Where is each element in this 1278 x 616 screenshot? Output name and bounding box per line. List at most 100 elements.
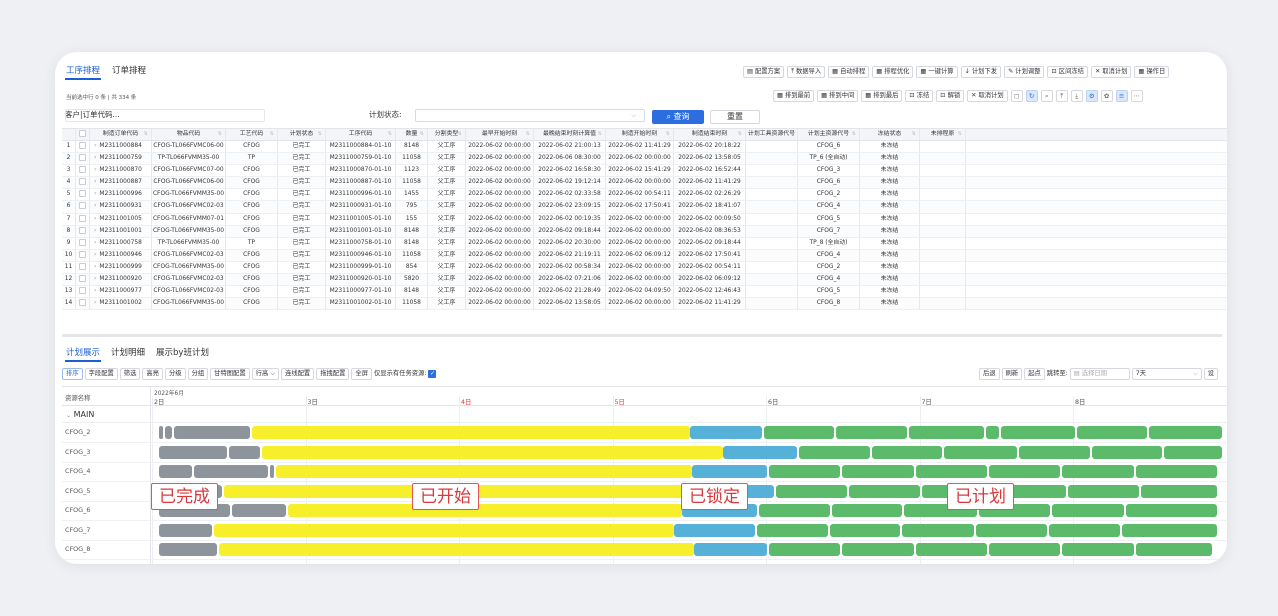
row-checkbox[interactable] [76, 141, 90, 153]
search-icon[interactable]: ⌕ [1040, 90, 1053, 102]
refresh-icon[interactable]: ↻ [1025, 90, 1038, 102]
column-header[interactable]: 计划状态 ⇅ [278, 129, 326, 140]
task-bar-green[interactable] [769, 465, 840, 478]
task-bar-green[interactable] [1141, 484, 1217, 498]
task-bar-green[interactable] [916, 543, 987, 556]
chevron-right-icon[interactable]: › [94, 203, 96, 209]
task-bar-gray[interactable] [159, 465, 192, 478]
customer-input[interactable] [65, 109, 265, 122]
row-checkbox[interactable] [76, 213, 90, 225]
range-freeze-button[interactable]: ⊡ 区间冻结 [1047, 66, 1088, 78]
table-row[interactable]: 4 › M2311000887 CFOG-TL066FVMC06-00 CFOG 已完工 M… [62, 177, 1227, 190]
column-header[interactable]: 工序代码 ⇅ [326, 129, 396, 140]
task-bar-gray[interactable] [174, 426, 250, 439]
task-bar-gray[interactable] [270, 465, 274, 478]
query-button[interactable]: ⌕ 查询 [652, 110, 704, 124]
auto-schedule-button[interactable]: ▦ 自动排程 [828, 66, 870, 78]
sort-icon[interactable]: ⇅ [218, 129, 222, 140]
refresh-button[interactable]: 刷新 [1001, 368, 1023, 380]
task-bar-green[interactable] [842, 543, 914, 556]
task-bar-green[interactable] [776, 484, 847, 498]
sort-icon[interactable]: ⇅ [666, 129, 670, 140]
group-button[interactable]: 分组 [187, 368, 209, 380]
table-row[interactable]: 9 › M2311000758 TP-TL066FVMM35-00 TP 已完工 M2311… [62, 237, 1227, 250]
back-button[interactable]: 后退 [979, 368, 1000, 380]
task-bar-green[interactable] [1068, 484, 1139, 498]
tab-plan-display[interactable]: 计划展示 [65, 346, 102, 362]
task-bar-green[interactable] [902, 523, 974, 537]
plan-adjust-button[interactable]: ✎ 计划调整 [1004, 66, 1045, 78]
task-bar-green[interactable] [1136, 543, 1212, 556]
only-tasks-checkbox[interactable]: ✓ [428, 370, 437, 378]
table-row[interactable]: 13 › M2311000977 CFOG-TL066FVMC02-03 CFOG 已完工… [62, 286, 1227, 299]
chevron-right-icon[interactable]: › [94, 288, 96, 294]
task-bar-gray[interactable] [165, 426, 172, 439]
task-bar-green[interactable] [1122, 523, 1217, 537]
task-bar-green[interactable] [916, 465, 987, 478]
table-row[interactable]: 8 › M2311001001 CFOG-TL066FVMM35-00 CFOG 已完工 M… [62, 225, 1227, 238]
task-bar-gray[interactable] [194, 465, 268, 478]
download-icon[interactable]: ⤓ [1070, 90, 1083, 102]
highlight-button[interactable]: 高亮 [142, 368, 163, 380]
task-bar-gray[interactable] [232, 504, 286, 517]
column-header[interactable]: 最早开始时刻 ⇅ [466, 129, 534, 140]
table-row[interactable]: 3 › M2311000870 CFOG-TL066FVMC07-00 CFOG 已完工 M… [62, 165, 1227, 178]
row-checkbox[interactable] [76, 249, 90, 261]
task-bar-green[interactable] [1164, 445, 1222, 459]
column-header[interactable]: 工艺代码 ⇅ [226, 129, 278, 140]
table-row[interactable]: 1 › M2311000884 CFOG-TL066FVMC06-00 CFOG 已完工 M… [62, 141, 1227, 154]
tab-plan-detail[interactable]: 计划明细 [110, 346, 146, 362]
sort-button[interactable]: 排序 [62, 368, 83, 380]
task-bar-green[interactable] [986, 426, 999, 439]
column-header[interactable]: 制造结束时刻 ⇅ [674, 129, 746, 140]
chevron-right-icon[interactable]: › [94, 276, 96, 282]
task-bar-blue[interactable] [690, 426, 762, 439]
task-bar-blue[interactable] [692, 465, 767, 478]
task-bar-yellow[interactable] [252, 426, 690, 439]
row-checkbox[interactable] [76, 261, 90, 274]
task-bar-green[interactable] [830, 523, 900, 537]
sort-icon[interactable]: ⇅ [958, 129, 962, 140]
header-checkbox[interactable] [76, 129, 90, 140]
task-bar-green[interactable] [1136, 465, 1217, 478]
table-row[interactable]: 5 › M2311000996 CFOG-TL066FVMM35-00 CFOG 已完工 M… [62, 189, 1227, 202]
row-checkbox-box[interactable] [79, 287, 86, 295]
move-last-button[interactable]: ▦ 排到最后 [861, 90, 903, 102]
task-bar-green[interactable] [764, 426, 834, 439]
row-checkbox[interactable] [76, 201, 90, 213]
status-select[interactable]: ⌵ [415, 109, 645, 122]
link-config-button[interactable]: 连线配置 [281, 368, 315, 380]
tab-order-schedule[interactable]: 订单排程 [111, 64, 147, 80]
row-checkbox[interactable] [76, 189, 90, 201]
task-bar-yellow[interactable] [262, 445, 723, 459]
row-checkbox-box[interactable] [79, 275, 86, 283]
column-header[interactable]: 计划主资源代号 ⇅ [798, 129, 860, 140]
settings-button[interactable]: 设 [1203, 368, 1219, 380]
task-bar-green[interactable] [989, 543, 1060, 556]
chevron-right-icon[interactable]: › [94, 179, 96, 185]
task-bar-green[interactable] [1077, 426, 1147, 439]
row-checkbox-box[interactable] [79, 238, 86, 246]
column-header[interactable]: 未排程原 ⇅ [920, 129, 966, 140]
upload-icon[interactable]: ⤒ [1055, 90, 1068, 102]
table-row[interactable]: 7 › M2311001005 CFOG-TL066FVMM07-01 CFOG 已完工 M… [62, 213, 1227, 226]
optimize-button[interactable]: ▦ 排程优化 [872, 66, 914, 78]
chevron-right-icon[interactable]: › [94, 155, 96, 161]
task-bar-green[interactable] [1092, 445, 1162, 459]
chevron-right-icon[interactable]: › [94, 264, 96, 270]
task-bar-yellow[interactable] [214, 523, 674, 537]
copy-icon[interactable]: ◻ [1010, 90, 1023, 102]
sort-icon[interactable]: ⇅ [738, 129, 742, 140]
row-checkbox[interactable] [76, 237, 90, 249]
task-bar-green[interactable] [989, 465, 1060, 478]
settings-icon[interactable]: ⚙ [1085, 90, 1098, 102]
task-bar-yellow[interactable] [276, 465, 692, 478]
list-icon[interactable]: ≡ [1115, 90, 1128, 102]
task-bar-yellow[interactable] [219, 543, 694, 556]
move-middle-button[interactable]: ▦ 排到中间 [817, 90, 859, 102]
reset-button[interactable]: 重置 [710, 110, 760, 124]
table-row[interactable]: 2 › M2311000759 TP-TL066FVMM35-00 TP 已完工 M2311… [62, 153, 1227, 166]
column-header[interactable]: 数量 ⇅ [396, 129, 428, 140]
tab-shift-plan[interactable]: 展示by班计划 [155, 346, 210, 362]
row-checkbox-box[interactable] [79, 299, 86, 307]
